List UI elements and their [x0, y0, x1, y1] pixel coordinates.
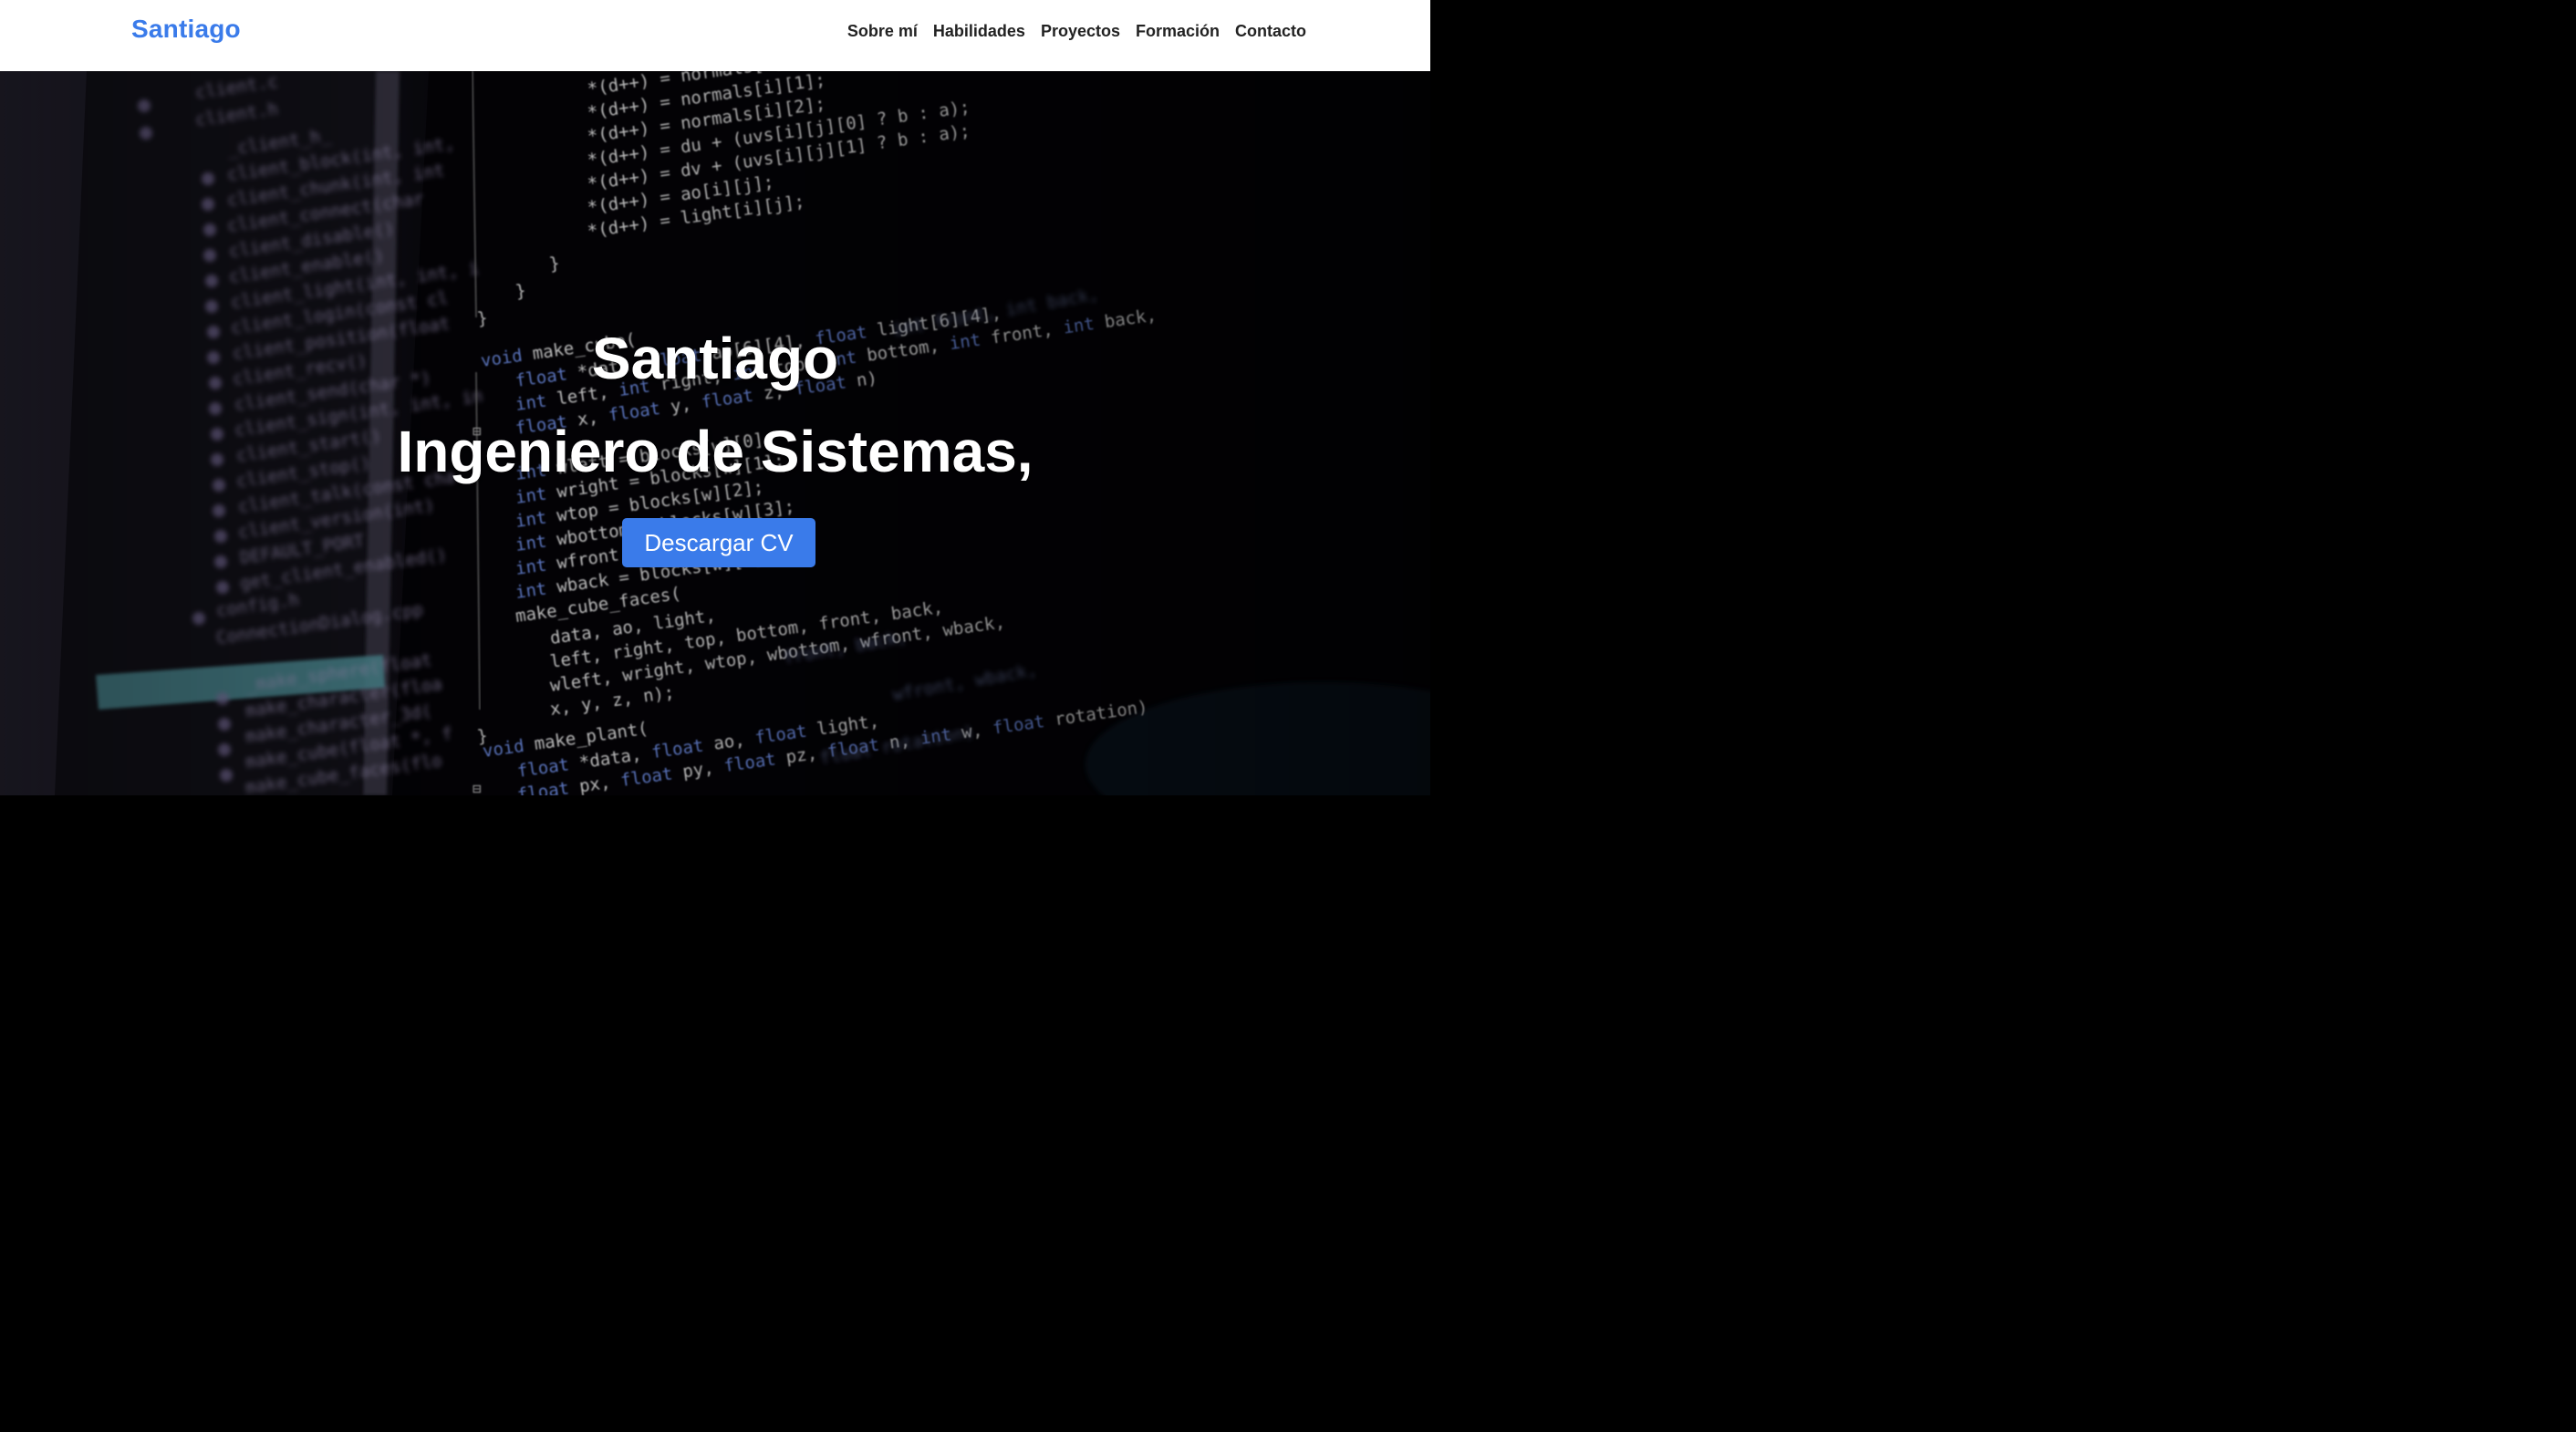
hero-content: Santiago Ingeniero de Sistemas, Descarga…	[0, 71, 1430, 795]
download-cv-button[interactable]: Descargar CV	[622, 518, 815, 567]
hero-name: Santiago	[591, 326, 839, 391]
nav-menu: Sobre mí Habilidades Proyectos Formación…	[847, 20, 1306, 42]
nav-item-formacion: Formación	[1136, 20, 1220, 42]
hero-role: Ingeniero de Sistemas,	[397, 419, 1034, 484]
nav-item-contacto: Contacto	[1235, 20, 1306, 42]
nav-item-proyectos: Proyectos	[1041, 20, 1120, 42]
nav-link-proyectos[interactable]: Proyectos	[1041, 22, 1120, 40]
hero-section: client.c client.h _client_h_ client_bloc…	[0, 71, 1430, 795]
nav-link-formacion[interactable]: Formación	[1136, 22, 1220, 40]
nav-link-habilidades[interactable]: Habilidades	[933, 22, 1025, 40]
brand-logo[interactable]: Santiago	[131, 15, 241, 44]
nav-link-contacto[interactable]: Contacto	[1235, 22, 1306, 40]
nav-item-habilidades: Habilidades	[933, 20, 1025, 42]
nav-item-sobre-mi: Sobre mí	[847, 20, 918, 42]
nav-link-sobre-mi[interactable]: Sobre mí	[847, 22, 918, 40]
navbar: Santiago Sobre mí Habilidades Proyectos …	[0, 0, 1430, 71]
